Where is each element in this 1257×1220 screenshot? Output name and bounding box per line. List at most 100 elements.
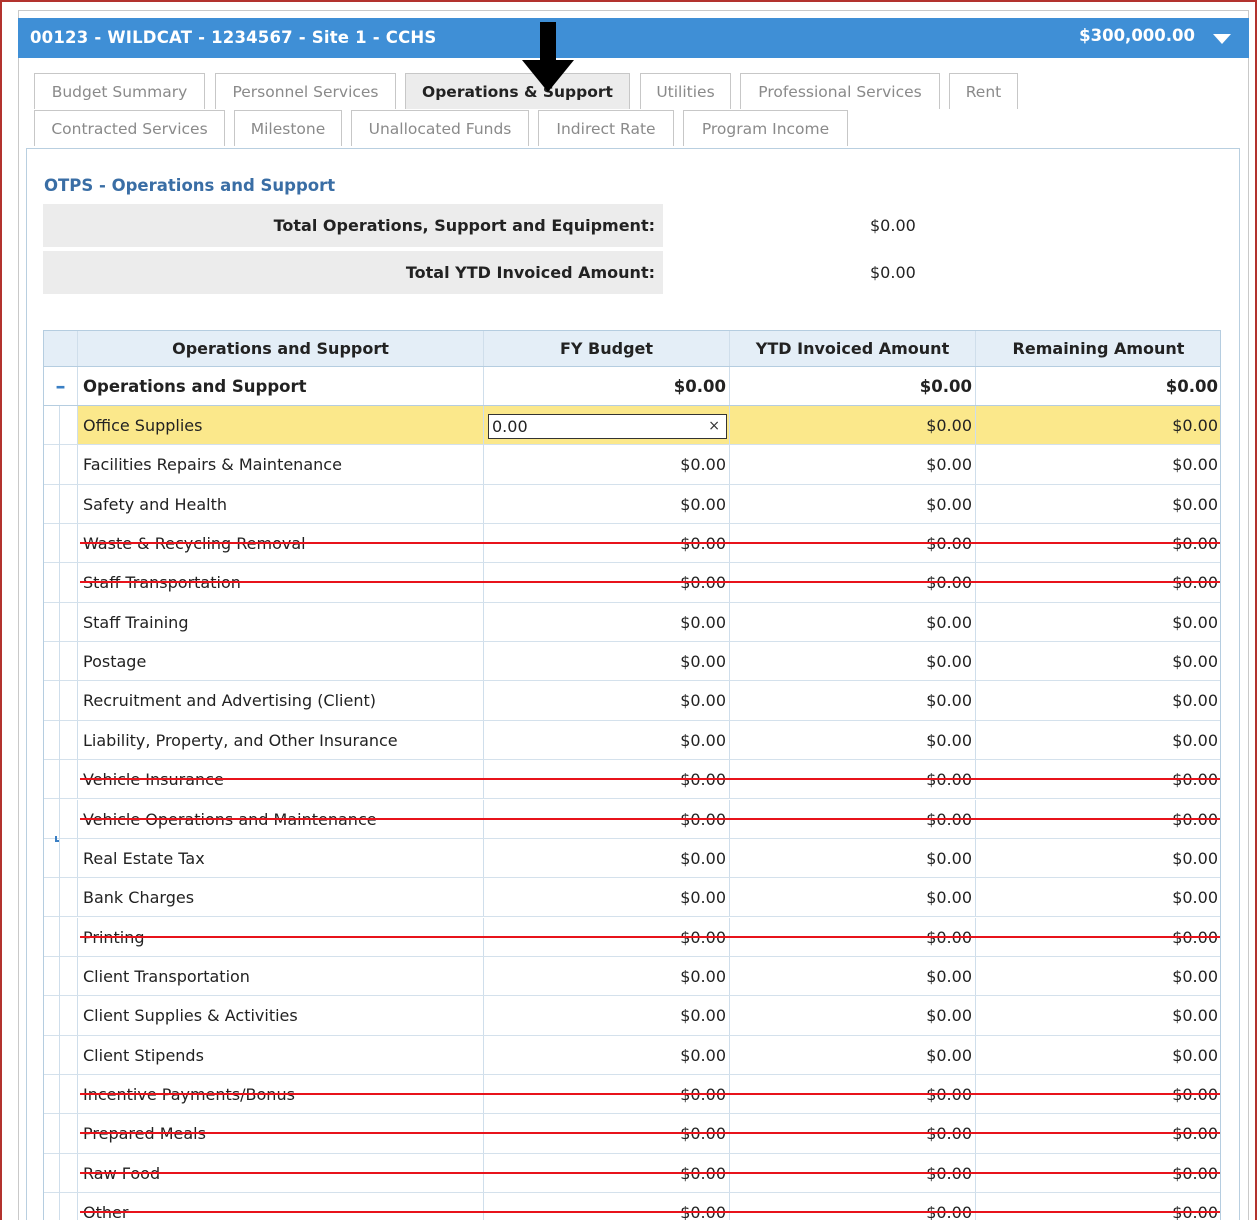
tab-budget-summary[interactable]: Budget Summary [34,73,205,109]
row-item-name: Real Estate Tax [77,838,483,878]
row-indent [44,917,77,956]
tab-contracted-services[interactable]: Contracted Services [34,110,225,146]
total-ytd-value: $0.00 [870,263,916,282]
row-ytd: $0.00 [729,1035,975,1074]
row-ytd: $0.00 [729,406,975,445]
total-otps-label: Total Operations, Support and Equipment: [43,204,663,247]
row-indent [44,1153,77,1192]
tab-unallocated-funds[interactable]: Unallocated Funds [351,110,529,146]
row-item-name: Client Supplies & Activities [77,996,483,1035]
row-indent [44,996,77,1035]
row-ytd: $0.00 [729,1193,975,1220]
strike-line [80,581,1220,584]
strike-line [80,817,1220,820]
header-spacer [44,331,77,366]
total-otps-value: $0.00 [870,216,916,235]
group-remaining: $0.00 [975,367,1220,405]
tab-utilities[interactable]: Utilities [640,73,731,109]
table-row[interactable]: Client Stipends $0.00 $0.00 $0.00 [44,1035,1220,1075]
table-row[interactable]: Safety and Health $0.00 $0.00 $0.00 [44,484,1220,524]
row-ytd: $0.00 [729,720,975,760]
row-fy-budget[interactable]: $0.00 [483,956,729,996]
table-row[interactable]: Liability, Property, and Other Insurance… [44,720,1220,761]
table-row[interactable]: Bank Charges $0.00 $0.00 $0.00 [44,878,1220,918]
tab-professional-services[interactable]: Professional Services [740,73,940,109]
row-remaining: $0.00 [975,956,1220,996]
row-fy-budget[interactable]: $0.00 [483,996,729,1035]
row-item-name: Bank Charges [77,878,483,917]
row-item-name: Office Supplies [77,406,483,445]
row-fy-budget-cell[interactable]: 0.00 × [483,406,729,445]
row-indent [44,602,77,642]
row-indent [44,445,77,484]
row-indent [44,956,77,996]
row-remaining: $0.00 [975,406,1220,445]
column-header-ytd[interactable]: YTD Invoiced Amount [729,331,975,366]
row-fy-budget[interactable]: $0.00 [483,1193,729,1220]
row-fy-budget[interactable]: $0.00 [483,602,729,642]
row-indent [44,524,77,563]
table-row[interactable]: Recruitment and Advertising (Client) $0.0… [44,681,1220,721]
row-fy-budget[interactable]: $0.00 [483,878,729,917]
down-arrow-icon [522,22,574,92]
table-row[interactable]: Other $0.00 $0.00 $0.00 [44,1193,1220,1220]
row-indent [44,720,77,760]
tree-line [59,406,60,1220]
row-fy-budget[interactable]: $0.00 [483,484,729,523]
row-fy-budget[interactable]: $0.00 [483,681,729,720]
row-remaining: $0.00 [975,996,1220,1035]
strike-line [80,1171,1220,1174]
strike-line [80,1211,1220,1213]
contract-header[interactable]: 00123 - WILDCAT - 1234567 - Site 1 - CCH… [18,18,1249,58]
row-ytd: $0.00 [729,956,975,996]
row-indent [44,838,77,878]
row-indent [44,799,77,838]
row-fy-budget[interactable]: $0.00 [483,445,729,484]
table-row[interactable]: Facilities Repairs & Maintenance $0.00 $0.… [44,445,1220,485]
tab-personnel-services[interactable]: Personnel Services [215,73,396,109]
row-item-name: Staff Training [77,602,483,642]
contract-amount: $300,000.00 [1079,26,1195,45]
table-row[interactable]: Real Estate Tax $0.00 $0.00 $0.00 [44,838,1220,879]
column-header-fy-budget[interactable]: FY Budget [483,331,729,366]
row-fy-budget[interactable]: $0.00 [483,1035,729,1074]
group-row: – Operations and Support $0.00 $0.00 $0.… [44,367,1220,406]
tab-milestone[interactable]: Milestone [234,110,342,146]
tree-corner-icon [55,836,59,842]
group-ytd: $0.00 [729,367,975,405]
fy-budget-input[interactable]: 0.00 × [488,414,727,439]
row-remaining: $0.00 [975,720,1220,760]
row-fy-budget[interactable]: $0.00 [483,720,729,760]
tab-program-income[interactable]: Program Income [683,110,848,146]
contract-title: 00123 - WILDCAT - 1234567 - Site 1 - CCH… [30,28,437,47]
row-fy-budget[interactable]: $0.00 [483,642,729,681]
clear-icon[interactable]: × [708,415,720,438]
total-ytd-label: Total YTD Invoiced Amount: [43,251,663,294]
table-row[interactable]: Client Supplies & Activities $0.00 $0.00 $0… [44,996,1220,1036]
row-ytd: $0.00 [729,484,975,523]
tab-indirect-rate[interactable]: Indirect Rate [538,110,674,146]
tab-operations-support[interactable]: Operations & Support [405,73,630,109]
row-item-name: Other [77,1193,483,1220]
column-header-remaining[interactable]: Remaining Amount [975,331,1220,366]
table-row[interactable]: Office Supplies 0.00 × $0.00 $0.00 [44,406,1220,446]
table-row[interactable]: Postage $0.00 $0.00 $0.00 [44,642,1220,682]
row-fy-budget[interactable]: $0.00 [483,838,729,878]
chevron-down-icon[interactable] [1213,34,1231,44]
row-indent [44,1114,77,1153]
row-remaining: $0.00 [975,1035,1220,1074]
row-remaining: $0.00 [975,642,1220,681]
table-row[interactable]: Client Transportation $0.00 $0.00 $0.00 [44,956,1220,997]
row-remaining: $0.00 [975,878,1220,917]
row-remaining: $0.00 [975,681,1220,720]
collapse-group-toggle[interactable]: – [44,367,77,405]
row-indent [44,760,77,799]
grid-header-row: Operations and Support FY Budget YTD Inv… [44,331,1220,367]
tab-rent[interactable]: Rent [949,73,1018,109]
row-indent [44,681,77,720]
row-remaining: $0.00 [975,484,1220,523]
table-row[interactable]: Staff Training $0.00 $0.00 $0.00 [44,602,1220,643]
row-indent [44,1035,77,1074]
column-header-item[interactable]: Operations and Support [77,331,483,366]
strike-line [80,542,1220,545]
